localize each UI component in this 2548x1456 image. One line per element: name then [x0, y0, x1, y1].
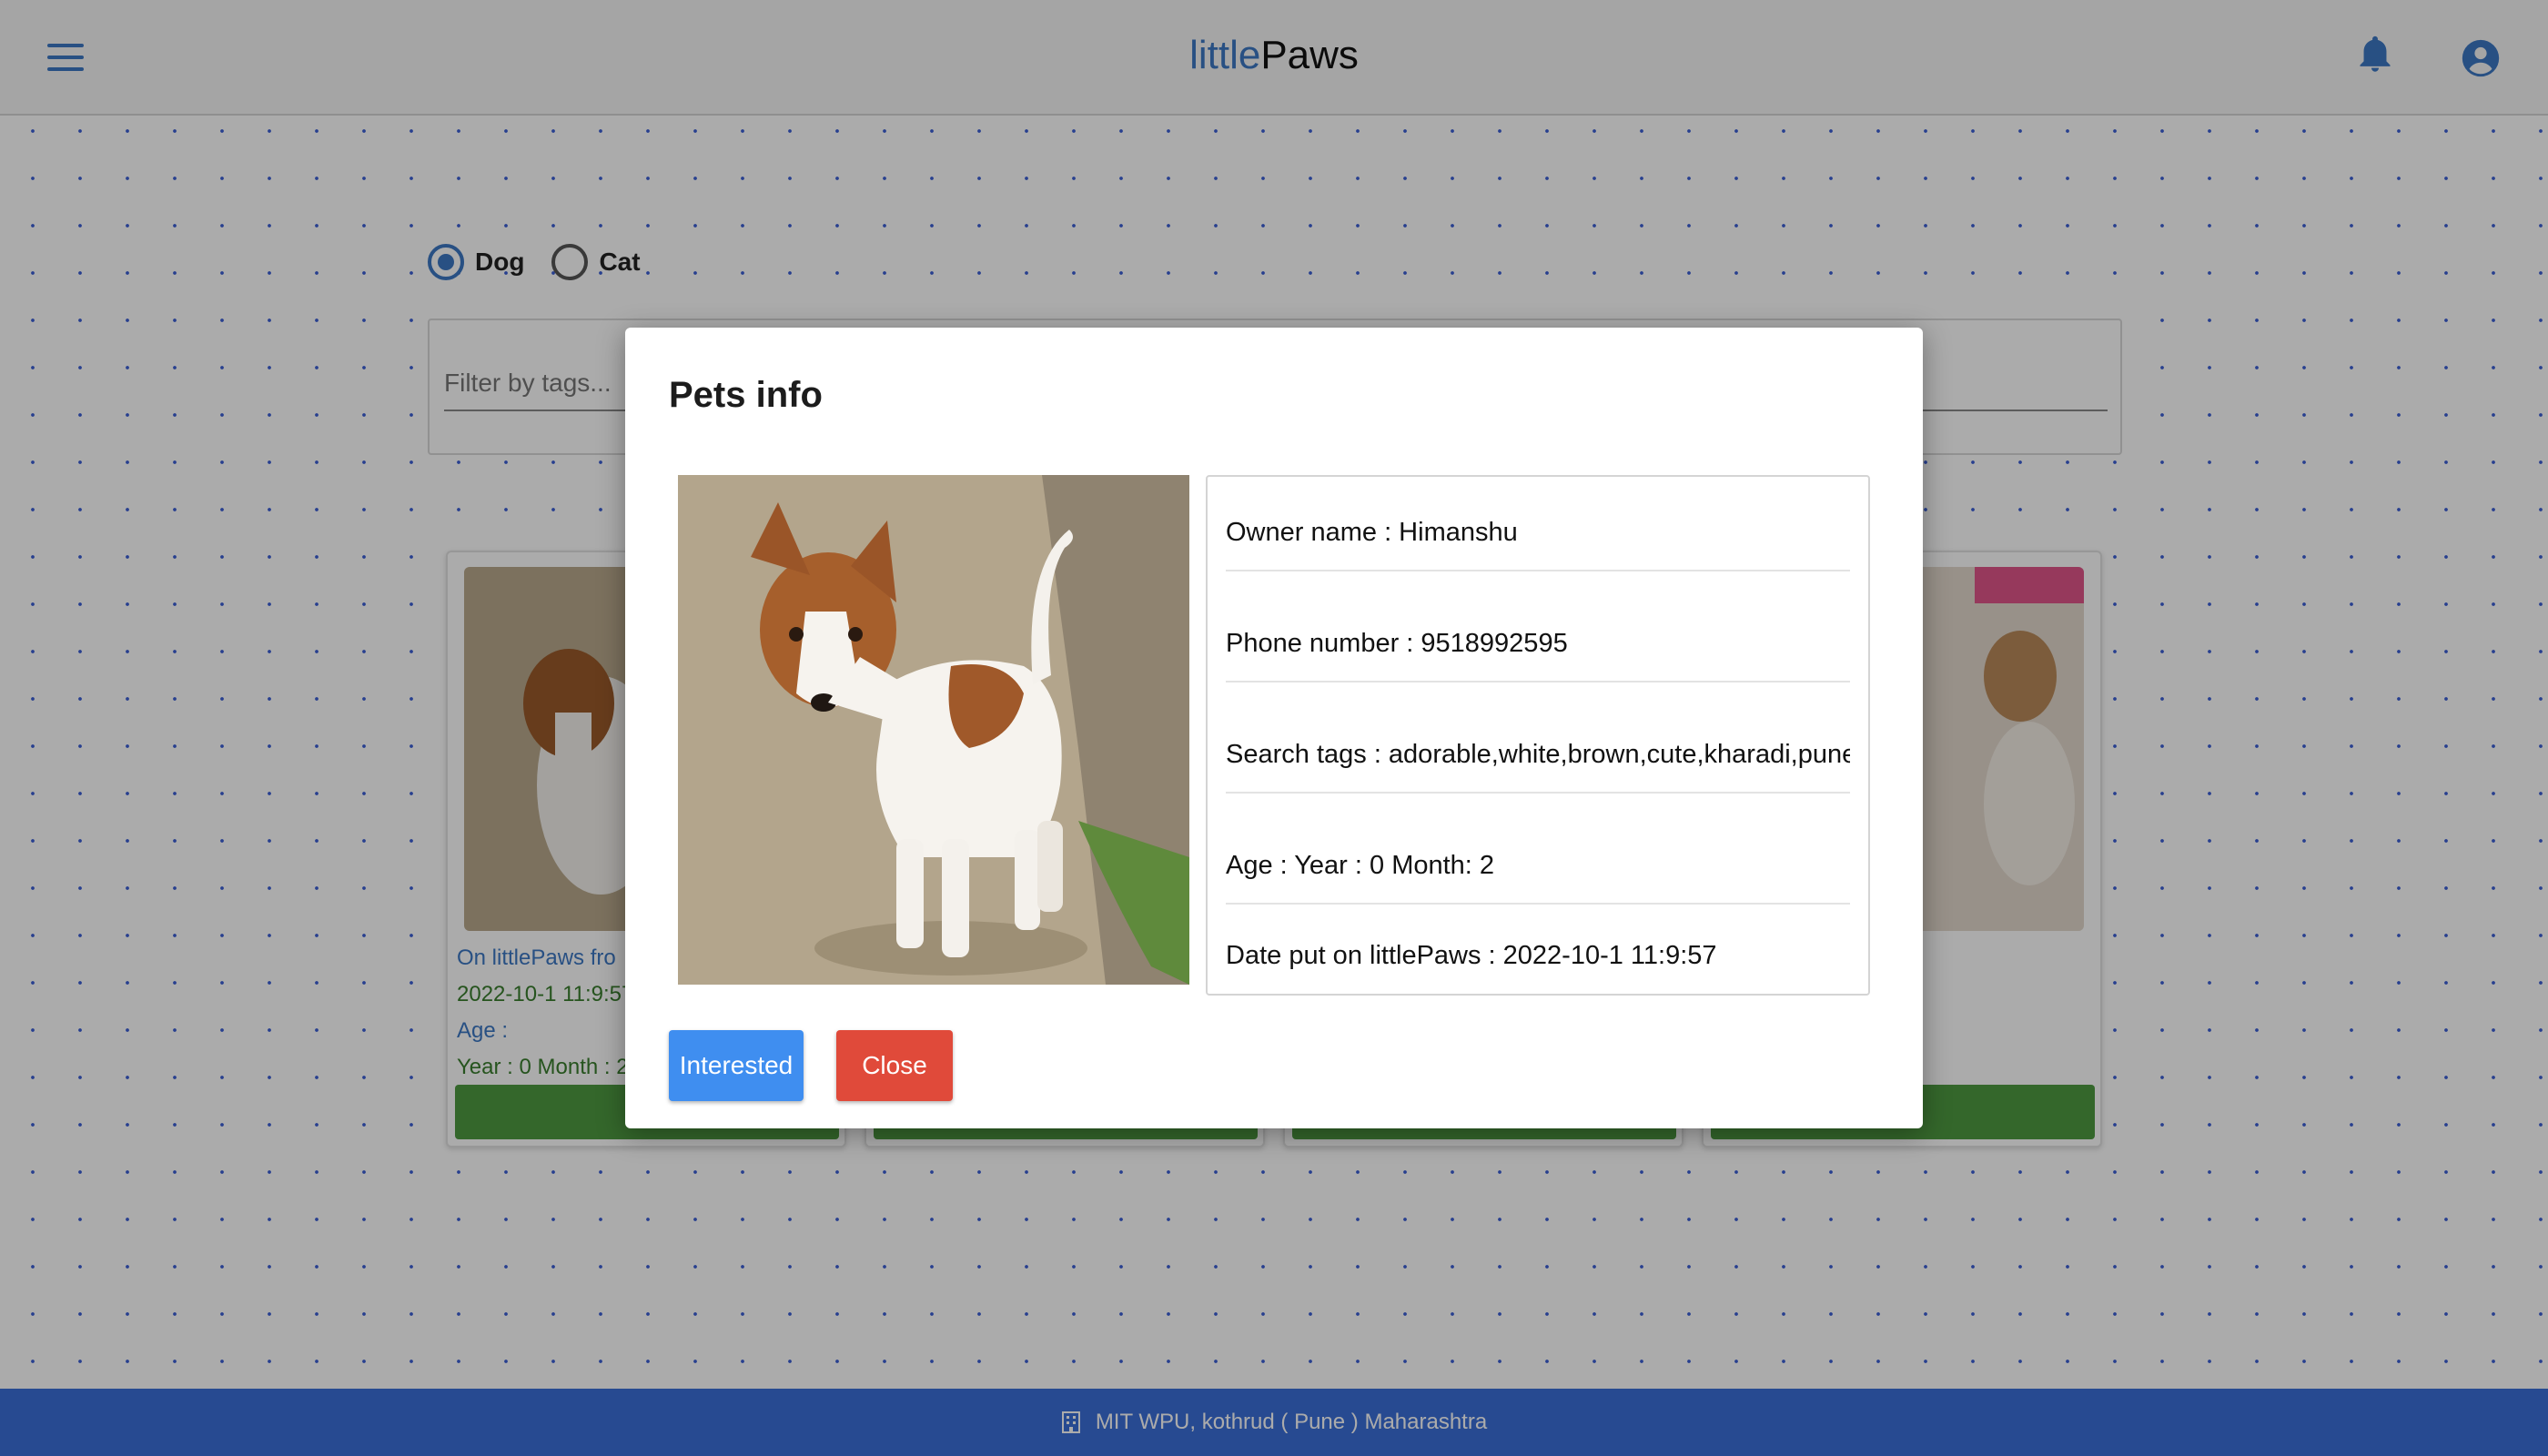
interested-button[interactable]: Interested: [669, 1030, 804, 1101]
row-divider: [1226, 681, 1850, 682]
dialog-title: Pets info: [669, 375, 823, 415]
pets-info-dialog: Pets info Owner name : Himanshu Phone nu…: [625, 328, 1923, 1128]
row-divider: [1226, 903, 1850, 905]
date-listed-row: Date put on littlePaws : 2022-10-1 11:9:…: [1226, 940, 1717, 970]
row-divider: [1226, 792, 1850, 794]
pet-photo-large: [678, 475, 1189, 985]
row-divider: [1226, 570, 1850, 571]
close-button[interactable]: Close: [836, 1030, 953, 1101]
pet-details-panel: Owner name : Himanshu Phone number : 951…: [1206, 475, 1870, 996]
